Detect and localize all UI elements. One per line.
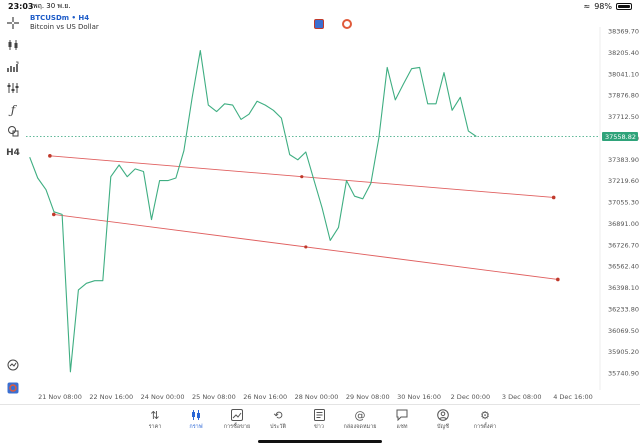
trend-chart-icon — [214, 409, 260, 423]
timeframe-button[interactable]: H4 — [5, 145, 21, 161]
tab-account[interactable]: บัญชี — [420, 409, 466, 432]
x-tick-label: 29 Nov 08:00 — [346, 393, 390, 401]
x-tick-label: 30 Nov 16:00 — [397, 393, 441, 401]
tab-news[interactable]: ข่าว — [296, 409, 342, 432]
indicators-icon[interactable] — [5, 59, 21, 75]
y-tick-label: 36891.00 — [608, 220, 639, 228]
tab-label: การซื้อขาย — [223, 424, 251, 430]
tab-mailbox[interactable]: @ กล่องจดหมาย — [337, 409, 383, 432]
tab-label: กล่องจดหมาย — [343, 424, 377, 430]
y-tick-label: 38205.40 — [608, 49, 639, 57]
y-tick-label: 37219.60 — [608, 177, 639, 185]
tab-label: ประวัติ — [269, 424, 287, 430]
price-chart[interactable]: 38369.70 38205.40 38041.10 37876.80 37712.50… — [0, 0, 640, 404]
y-tick-label: 37383.90 — [608, 156, 639, 164]
x-tick-label: 28 Nov 00:00 — [295, 393, 339, 401]
tab-label: การตั้งค่า — [473, 424, 497, 430]
gear-icon: ⚙ — [480, 409, 490, 422]
exness-logo-icon[interactable] — [5, 380, 21, 396]
crosshair-icon[interactable] — [5, 15, 21, 31]
y-tick-label: 37876.80 — [608, 92, 639, 100]
x-tick-label: 25 Nov 08:00 — [192, 393, 236, 401]
y-tick-label: 36726.70 — [608, 241, 639, 249]
trendline-anchor-end — [551, 195, 556, 200]
left-toolbar: ƒ H4 — [0, 14, 26, 404]
trendline-anchor-end — [556, 277, 560, 282]
tab-label: ราคา — [148, 424, 162, 430]
home-indicator — [258, 440, 382, 443]
candles-icon — [173, 409, 219, 423]
y-tick-label: 37055.30 — [608, 199, 639, 207]
tab-label: ข่าว — [314, 424, 324, 430]
y-tick-label: 37712.50 — [608, 113, 639, 121]
candles-icon[interactable] — [5, 37, 21, 53]
at-icon: @ — [354, 409, 366, 422]
arrows-updown-icon: ⇅ — [150, 409, 160, 422]
tab-history[interactable]: ⟲ ประวัติ — [255, 409, 301, 432]
y-tick-label: 35905.20 — [608, 348, 639, 356]
x-tick-label: 24 Nov 00:00 — [141, 393, 185, 401]
y-tick-label: 36562.40 — [608, 263, 639, 271]
trendline-anchor-mid — [304, 245, 308, 249]
y-tick-label: 36069.50 — [608, 327, 639, 335]
trendline-anchor-start — [48, 154, 52, 158]
x-tick-label: 4 Dec 16:00 — [553, 393, 593, 401]
history-icon: ⟲ — [273, 409, 283, 422]
tab-chat[interactable]: แชท — [379, 409, 425, 432]
trade-signals-icon[interactable] — [5, 357, 21, 373]
x-tick-label: 2 Dec 00:00 — [451, 393, 491, 401]
tab-label: แชท — [396, 424, 408, 430]
x-tick-label: 21 Nov 08:00 — [38, 393, 82, 401]
tab-trade[interactable]: การซื้อขาย — [214, 409, 260, 432]
chat-icon — [379, 409, 425, 423]
sliders-icon[interactable] — [5, 80, 21, 96]
current-price-label: 37558.82 — [605, 133, 636, 141]
x-tick-label: 3 Dec 08:00 — [502, 393, 542, 401]
x-tick-label: 22 Nov 16:00 — [89, 393, 133, 401]
trendline-anchor-start — [51, 212, 56, 217]
trendline-anchor-mid — [300, 175, 304, 179]
function-icon[interactable]: ƒ — [5, 102, 21, 118]
y-tick-label: 35740.90 — [608, 370, 639, 378]
tab-settings[interactable]: ⚙ การตั้งค่า — [462, 409, 508, 432]
y-tick-label: 36398.10 — [608, 284, 639, 292]
news-icon — [296, 409, 342, 423]
y-tick-label: 36233.80 — [608, 305, 639, 313]
tab-quotes[interactable]: ⇅ ราคา — [132, 409, 178, 432]
x-tick-label: 26 Nov 16:00 — [243, 393, 287, 401]
tab-label: บัญชี — [437, 424, 449, 430]
price-series-line — [29, 49, 477, 373]
tab-label: กราฟ — [189, 424, 203, 430]
tab-chart[interactable]: กราฟ — [173, 409, 219, 432]
y-tick-label: 38369.70 — [608, 28, 639, 36]
y-tick-label: 38041.10 — [608, 70, 639, 78]
account-icon — [420, 409, 466, 423]
shapes-icon[interactable] — [5, 123, 21, 139]
